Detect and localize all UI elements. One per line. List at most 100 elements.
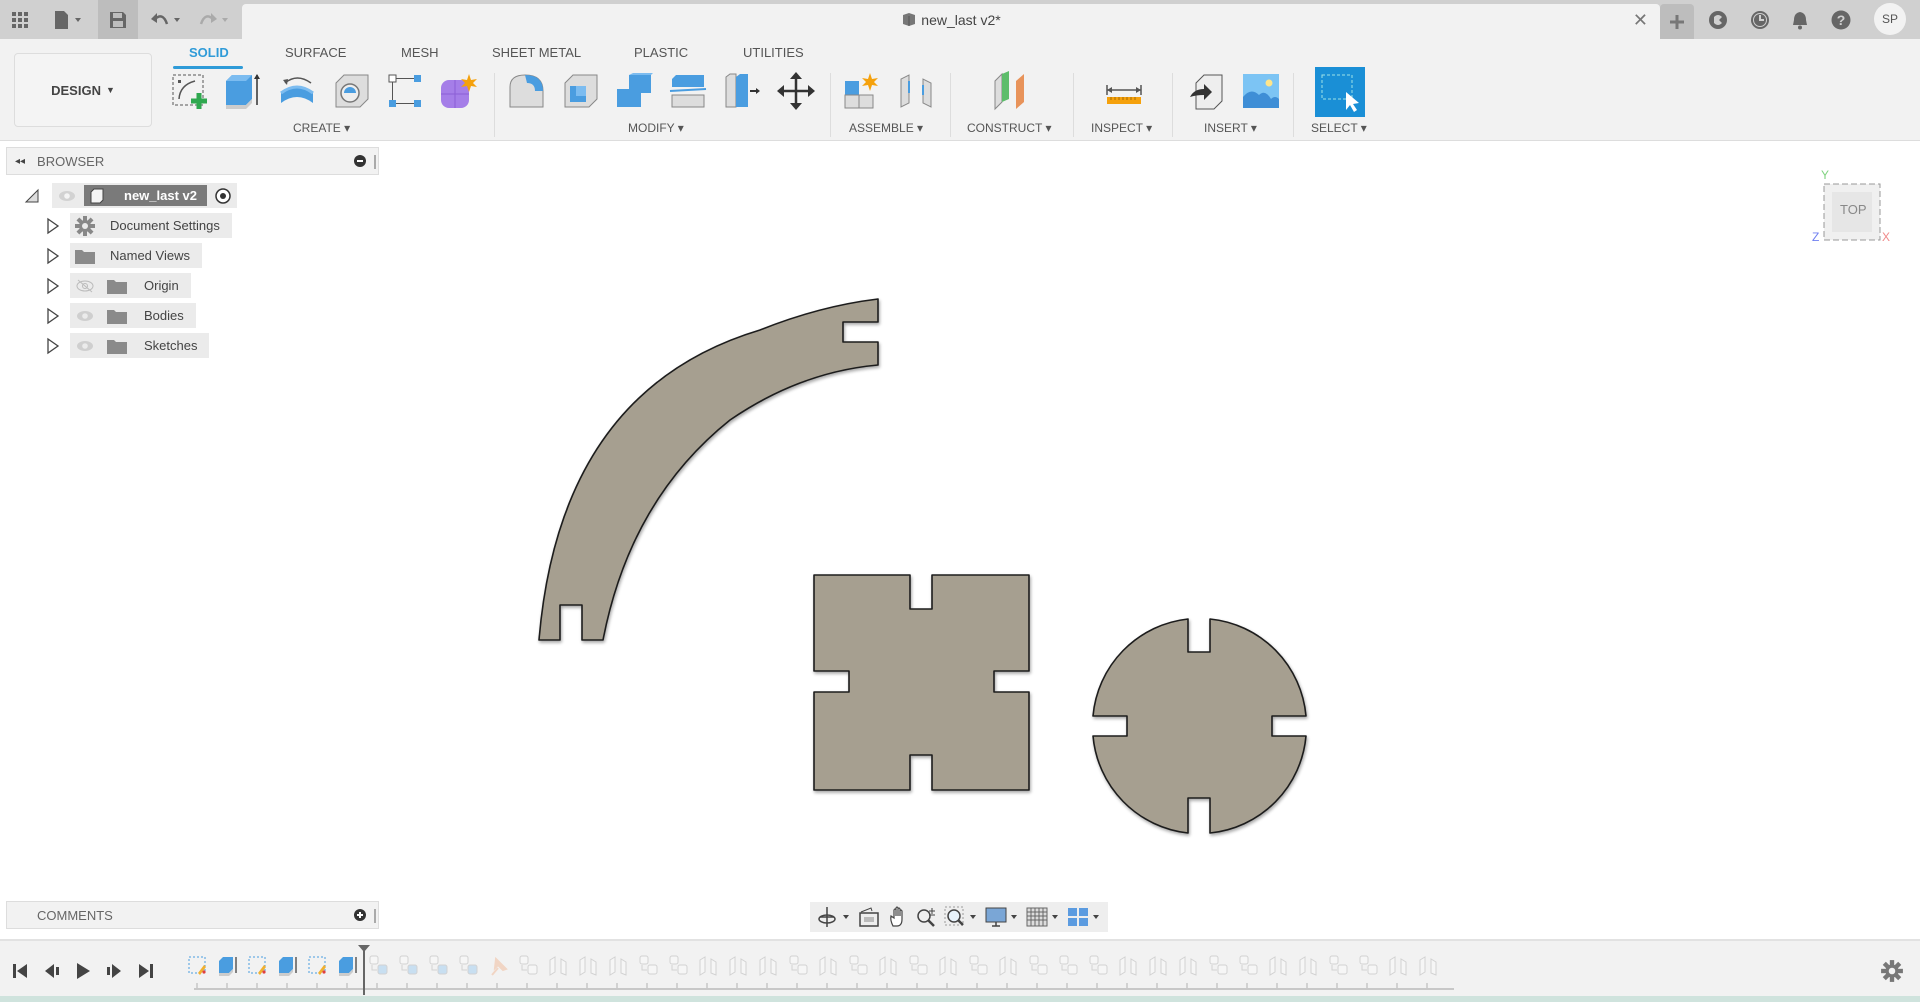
zoom-icon[interactable] xyxy=(916,906,938,928)
timeline-feature-component[interactable] xyxy=(849,955,868,975)
browser-item-bodies[interactable]: Bodies xyxy=(46,303,196,328)
timeline-feature-joint[interactable] xyxy=(1389,956,1407,976)
assemble-menu[interactable]: ASSEMBLE ▾ xyxy=(849,121,923,135)
undo-button[interactable] xyxy=(146,4,186,35)
tab-sheet-metal[interactable]: SHEET METAL xyxy=(492,45,581,60)
create-sketch-button[interactable] xyxy=(168,69,212,113)
collapse-panel-icon[interactable]: ◂◂ xyxy=(15,156,25,167)
timeline-feature-pin[interactable] xyxy=(491,956,508,976)
timeline-feature-component[interactable] xyxy=(369,955,388,975)
timeline-feature-component[interactable] xyxy=(909,955,928,975)
canvas[interactable] xyxy=(0,141,1920,936)
timeline-feature-component[interactable] xyxy=(669,955,688,975)
timeline-feature-joint[interactable] xyxy=(759,956,777,976)
timeline-feature-component[interactable] xyxy=(1329,955,1348,975)
extrude-button[interactable] xyxy=(220,69,264,113)
visibility-eye-icon[interactable] xyxy=(74,309,96,323)
visibility-hidden-icon[interactable] xyxy=(74,279,96,293)
play-button[interactable] xyxy=(71,959,95,983)
display-settings-icon[interactable] xyxy=(985,906,1019,928)
revolve-button[interactable] xyxy=(275,69,319,113)
expand-triangle-icon[interactable] xyxy=(46,217,60,235)
insert-canvas-button[interactable] xyxy=(1239,69,1283,113)
timeline-feature-joint[interactable] xyxy=(939,956,957,976)
visibility-eye-icon[interactable] xyxy=(56,189,78,203)
timeline-feature-joint[interactable] xyxy=(729,956,747,976)
step-forward-button[interactable] xyxy=(102,959,126,983)
create-form-button[interactable] xyxy=(436,69,480,113)
viewports-icon[interactable] xyxy=(1067,906,1101,928)
timeline-feature-extrude[interactable] xyxy=(279,957,297,976)
offset-plane-button[interactable] xyxy=(990,69,1034,113)
timeline-feature-joint[interactable] xyxy=(699,956,717,976)
step-back-button[interactable] xyxy=(40,959,64,983)
visibility-eye-icon[interactable] xyxy=(74,339,96,353)
tab-mesh[interactable]: MESH xyxy=(401,45,439,60)
timeline-feature-component[interactable] xyxy=(1059,955,1078,975)
tab-surface[interactable]: SURFACE xyxy=(285,45,346,60)
hole-button[interactable] xyxy=(330,69,374,113)
tab-utilities[interactable]: UTILITIES xyxy=(743,45,804,60)
timeline-feature-joint[interactable] xyxy=(819,956,837,976)
measure-button[interactable] xyxy=(1102,69,1146,113)
timeline-feature-joint[interactable] xyxy=(1419,956,1437,976)
browser-item-document-settings[interactable]: Document Settings xyxy=(46,213,232,238)
pan-hand-icon[interactable] xyxy=(887,906,909,928)
expand-triangle-icon[interactable] xyxy=(46,307,60,325)
view-cube-face-top[interactable]: TOP xyxy=(1840,202,1867,217)
timeline-feature-joint[interactable] xyxy=(879,956,897,976)
timeline-feature-joint[interactable] xyxy=(999,956,1017,976)
timeline-feature-extrude[interactable] xyxy=(339,957,357,976)
timeline-feature-joint[interactable] xyxy=(1269,956,1287,976)
apps-grid-icon[interactable] xyxy=(6,4,34,35)
create-menu[interactable]: CREATE ▾ xyxy=(293,121,350,135)
go-to-start-button[interactable] xyxy=(8,959,32,983)
redo-button[interactable] xyxy=(194,4,234,35)
user-avatar[interactable]: SP xyxy=(1874,3,1906,35)
document-tab[interactable]: new_last v2* ✕ xyxy=(242,4,1660,39)
expand-triangle-icon[interactable] xyxy=(46,337,60,355)
timeline-track[interactable] xyxy=(180,945,1460,995)
browser-minimize-button[interactable] xyxy=(354,155,366,167)
go-to-end-button[interactable] xyxy=(134,959,158,983)
tab-plastic[interactable]: PLASTIC xyxy=(634,45,688,60)
timeline-feature-component[interactable] xyxy=(1209,955,1228,975)
timeline-feature-joint[interactable] xyxy=(609,956,627,976)
inspect-menu[interactable]: INSPECT ▾ xyxy=(1091,121,1152,135)
timeline-feature-component[interactable] xyxy=(1359,955,1378,975)
look-at-icon[interactable] xyxy=(858,906,880,928)
fit-view-icon[interactable] xyxy=(944,906,978,928)
press-pull-button[interactable] xyxy=(505,69,549,113)
timeline-feature-component[interactable] xyxy=(519,955,538,975)
panel-resize-handle[interactable] xyxy=(374,909,376,923)
timeline-feature-component[interactable] xyxy=(1029,955,1048,975)
insert-derive-button[interactable] xyxy=(1186,69,1230,113)
collapse-triangle-icon[interactable] xyxy=(24,188,42,204)
expand-triangle-icon[interactable] xyxy=(46,247,60,265)
move-copy-button[interactable] xyxy=(774,69,818,113)
new-component-button[interactable] xyxy=(840,69,884,113)
modify-menu[interactable]: MODIFY ▾ xyxy=(628,121,684,135)
panel-resize-handle[interactable] xyxy=(374,155,376,169)
extensions-button[interactable] xyxy=(1704,4,1732,35)
timeline-feature-component[interactable] xyxy=(1239,955,1258,975)
timeline-feature-component[interactable] xyxy=(789,955,808,975)
save-button[interactable] xyxy=(98,0,138,39)
timeline-feature-joint[interactable] xyxy=(1179,956,1197,976)
construct-menu[interactable]: CONSTRUCT ▾ xyxy=(967,121,1051,135)
combine-button[interactable] xyxy=(613,69,657,113)
timeline-feature-sketch[interactable] xyxy=(188,956,206,975)
joint-button[interactable] xyxy=(894,69,938,113)
select-button[interactable] xyxy=(1315,67,1365,117)
pattern-button[interactable] xyxy=(383,69,427,113)
insert-menu[interactable]: INSERT ▾ xyxy=(1204,121,1257,135)
notifications-button[interactable] xyxy=(1786,4,1814,35)
timeline-feature-joint[interactable] xyxy=(549,956,567,976)
3d-viewport[interactable]: TOP Y X Z xyxy=(0,141,1920,936)
timeline-feature-component[interactable] xyxy=(399,955,418,975)
body-circle-piece[interactable] xyxy=(1092,618,1307,834)
orbit-icon[interactable] xyxy=(817,906,851,928)
timeline-feature-joint[interactable] xyxy=(1119,956,1137,976)
expand-triangle-icon[interactable] xyxy=(46,277,60,295)
workspace-switcher[interactable]: DESIGN ▼ xyxy=(14,53,152,127)
